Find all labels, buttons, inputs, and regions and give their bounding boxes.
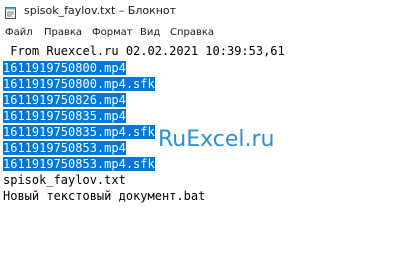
selected-text: 1611919750835.mp4 xyxy=(3,109,126,123)
file-line: 1611919750835.mp4 xyxy=(3,108,126,124)
selected-text: 1611919750853.mp4 xyxy=(3,141,126,155)
text-editor-area[interactable]: From Ruexcel.ru 02.02.2021 10:39:53,61 1… xyxy=(0,43,400,270)
menu-view[interactable]: Вид xyxy=(140,27,160,38)
menu-bar: Файл Правка Формат Вид Справка xyxy=(0,23,400,43)
notepad-icon xyxy=(5,4,16,19)
title-bar[interactable]: spisok_faylov.txt – Блокнот xyxy=(0,0,400,22)
watermark-text: RuExcel.ru xyxy=(158,127,275,152)
selected-text: 1611919750800.mp4 xyxy=(3,61,126,75)
header-line: From Ruexcel.ru 02.02.2021 10:39:53,61 xyxy=(3,44,285,58)
menu-edit[interactable]: Правка xyxy=(44,27,82,38)
file-line: 1611919750826.mp4 xyxy=(3,92,126,108)
file-line: 1611919750800.mp4 xyxy=(3,60,126,76)
menu-format[interactable]: Формат xyxy=(92,27,133,38)
menu-file[interactable]: Файл xyxy=(5,27,33,38)
file-line: 1611919750853.mp4 xyxy=(3,140,126,156)
file-line: 1611919750800.mp4.sfk xyxy=(3,76,155,92)
selected-text: 1611919750853.mp4.sfk xyxy=(3,157,155,171)
selected-text: 1611919750800.mp4.sfk xyxy=(3,77,155,91)
window-title: spisok_faylov.txt – Блокнот xyxy=(24,4,177,17)
file-line: 1611919750853.mp4.sfk xyxy=(3,156,155,172)
menu-help[interactable]: Справка xyxy=(170,27,214,38)
file-line: Новый текстовый документ.bat xyxy=(3,189,206,203)
selected-text: 1611919750835.mp4.sfk xyxy=(3,125,155,139)
selected-text: 1611919750826.mp4 xyxy=(3,93,126,107)
file-line: 1611919750835.mp4.sfk xyxy=(3,124,155,140)
file-line: spisok_faylov.txt xyxy=(3,173,126,187)
